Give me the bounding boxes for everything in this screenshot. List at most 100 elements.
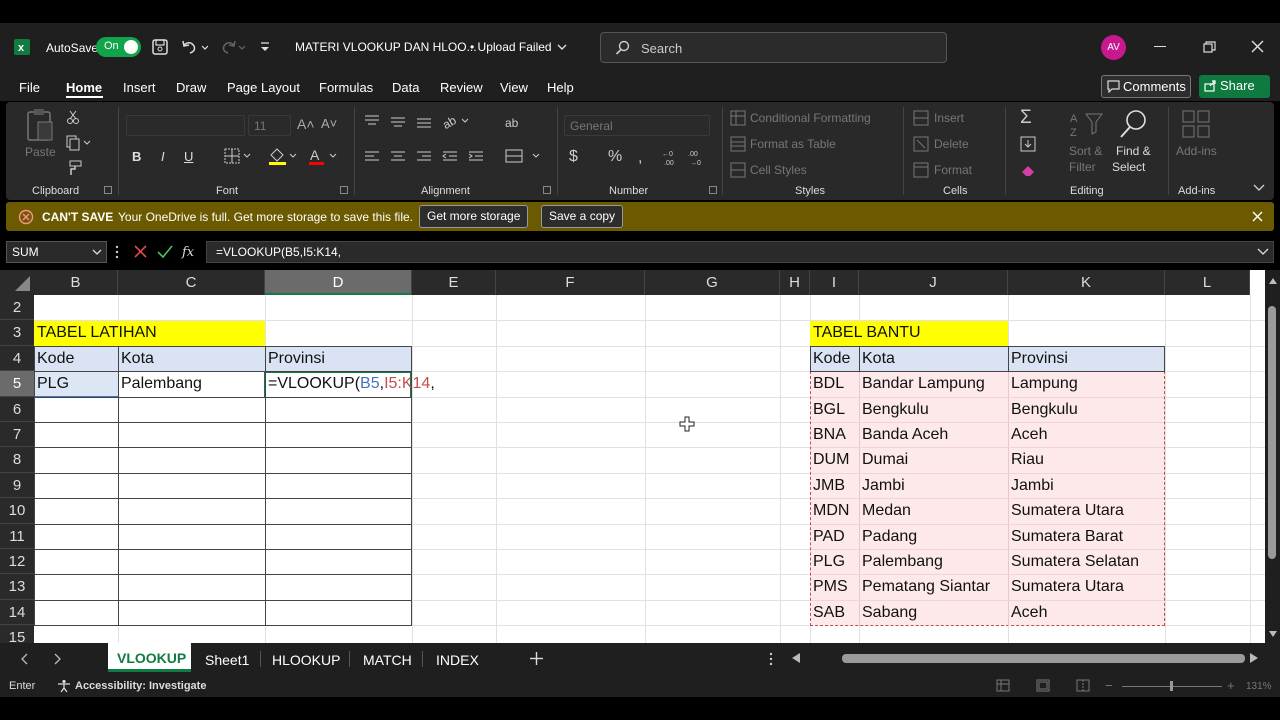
scroll-up-icon[interactable] — [1269, 278, 1277, 284]
menu-data[interactable]: Data — [392, 80, 419, 95]
row-header-12[interactable]: 12 — [0, 549, 34, 575]
fill-icon[interactable] — [1020, 136, 1038, 152]
bantu-cell[interactable]: MDN — [810, 499, 849, 523]
align-center-icon[interactable] — [390, 150, 406, 164]
column-header-k[interactable]: K — [1008, 270, 1165, 295]
format-painter-icon[interactable] — [66, 160, 82, 176]
autosum-icon[interactable]: Σ — [1020, 107, 1032, 129]
sheet-tab-hlookup[interactable]: HLOOKUP — [272, 652, 340, 668]
zoom-in-icon[interactable]: + — [1227, 678, 1235, 693]
align-bottom-icon[interactable] — [416, 114, 432, 128]
align-right-icon[interactable] — [416, 150, 432, 164]
sheet-tab-index[interactable]: INDEX — [436, 652, 479, 668]
bantu-header-kota[interactable]: Kota — [859, 347, 895, 371]
prev-sheet-icon[interactable] — [21, 653, 29, 665]
bantu-cell[interactable]: BGL — [810, 398, 845, 422]
orientation-icon[interactable]: ab — [442, 113, 470, 129]
menu-draw[interactable]: Draw — [176, 80, 206, 95]
font-size-dropdown[interactable]: 11 — [248, 115, 291, 136]
bantu-cell[interactable]: Banda Aceh — [859, 423, 948, 447]
delete-cells-label[interactable]: Delete — [934, 137, 969, 151]
column-header-e[interactable]: E — [412, 270, 496, 295]
menu-home[interactable]: Home — [66, 80, 102, 95]
bantu-cell[interactable]: Sabang — [859, 601, 917, 625]
insert-cells-icon[interactable] — [913, 110, 929, 126]
scroll-left-icon[interactable] — [792, 653, 800, 663]
menu-view[interactable]: View — [500, 80, 528, 95]
clipboard-launcher-icon[interactable] — [104, 186, 112, 194]
accessibility-status[interactable]: Accessibility: Investigate — [75, 680, 206, 692]
scroll-right-icon[interactable] — [1250, 653, 1258, 663]
bantu-cell[interactable]: Aceh — [1008, 601, 1047, 625]
menu-file[interactable]: File — [19, 80, 40, 95]
bantu-cell[interactable]: Lampung — [1008, 372, 1078, 396]
accessibility-icon[interactable] — [57, 679, 71, 693]
font-color-icon[interactable]: A — [308, 147, 338, 165]
cut-icon[interactable] — [66, 110, 80, 124]
bantu-cell[interactable]: SAB — [810, 601, 845, 625]
row-header-10[interactable]: 10 — [0, 498, 34, 524]
format-as-table-label[interactable]: Format as Table — [750, 137, 836, 151]
bantu-cell[interactable]: PMS — [810, 575, 848, 599]
cell-c5[interactable]: Palembang — [118, 372, 202, 396]
bantu-cell[interactable]: Aceh — [1008, 423, 1047, 447]
menu-page-layout[interactable]: Page Layout — [227, 80, 300, 95]
bantu-cell[interactable]: Sumatera Selatan — [1008, 550, 1139, 574]
cell-b5[interactable]: PLG — [34, 372, 69, 396]
close-message-icon[interactable] — [1252, 211, 1263, 222]
borders-icon[interactable] — [224, 148, 252, 164]
menu-review[interactable]: Review — [440, 80, 483, 95]
increase-indent-icon[interactable] — [468, 150, 484, 164]
bantu-cell[interactable]: Bandar Lampung — [859, 372, 985, 396]
zoom-out-icon[interactable]: − — [1105, 678, 1113, 693]
copy-icon[interactable] — [66, 135, 92, 151]
decrease-decimal-icon[interactable]: .00 →0 — [688, 148, 710, 166]
delete-cells-icon[interactable] — [913, 136, 929, 152]
bantu-cell[interactable]: Riau — [1008, 448, 1044, 472]
redo-icon[interactable] — [218, 38, 246, 56]
font-launcher-icon[interactable] — [340, 186, 348, 194]
bantu-cell[interactable]: PLG — [810, 550, 845, 574]
close-icon[interactable] — [1251, 40, 1264, 53]
add-ins-button-label[interactable]: Add-ins — [1176, 144, 1217, 158]
column-header-g[interactable]: G — [645, 270, 780, 295]
bantu-cell[interactable]: PAD — [810, 525, 845, 549]
bantu-cell[interactable]: Medan — [859, 499, 911, 523]
underline-button[interactable]: U — [184, 149, 193, 164]
row-header-6[interactable]: 6 — [0, 396, 34, 422]
add-ins-icon[interactable] — [1181, 109, 1211, 139]
row-header-9[interactable]: 9 — [0, 472, 34, 499]
minimize-icon[interactable] — [1154, 46, 1166, 47]
menu-help[interactable]: Help — [547, 80, 574, 95]
bantu-cell[interactable]: Palembang — [859, 550, 943, 574]
vertical-scroll-thumb[interactable] — [1268, 306, 1276, 559]
bantu-cell[interactable]: Sumatera Utara — [1008, 499, 1124, 523]
bantu-cell[interactable]: Sumatera Barat — [1008, 525, 1123, 549]
menu-formulas[interactable]: Formulas — [319, 80, 373, 95]
latihan-title[interactable]: TABEL LATIHAN — [34, 321, 157, 345]
search-box[interactable]: Search — [600, 32, 947, 63]
select-all-corner[interactable] — [0, 270, 34, 295]
number-format-dropdown[interactable]: General — [564, 115, 710, 136]
increase-decimal-icon[interactable]: ←0.00 — [662, 148, 684, 166]
merge-center-icon[interactable] — [505, 148, 541, 164]
vertical-scrollbar[interactable] — [1265, 270, 1280, 643]
row-header-7[interactable]: 7 — [0, 422, 34, 448]
zoom-slider-thumb[interactable] — [1170, 681, 1173, 691]
bantu-cell[interactable]: BDL — [810, 372, 844, 396]
avatar[interactable]: AV — [1101, 35, 1126, 60]
document-title[interactable]: MATERI VLOOKUP DAN HLOO... — [295, 40, 477, 54]
align-middle-icon[interactable] — [390, 114, 406, 128]
cell-d5-formula[interactable]: =VLOOKUP(B5,I5:K14, — [265, 372, 435, 396]
column-header-i[interactable]: I — [810, 270, 859, 295]
sheet-tab-sheet1[interactable]: Sheet1 — [205, 652, 249, 668]
bantu-header-provinsi[interactable]: Provinsi — [1008, 347, 1068, 371]
column-header-f[interactable]: F — [496, 270, 645, 295]
row-header-4[interactable]: 4 — [0, 345, 34, 372]
bantu-cell[interactable]: Pematang Siantar — [859, 575, 990, 599]
column-header-b[interactable]: B — [34, 270, 118, 295]
bantu-title[interactable]: TABEL BANTU — [810, 321, 921, 345]
row-header-13[interactable]: 13 — [0, 574, 34, 600]
add-sheet-icon[interactable] — [530, 652, 543, 665]
bantu-cell[interactable]: BNA — [810, 423, 846, 447]
